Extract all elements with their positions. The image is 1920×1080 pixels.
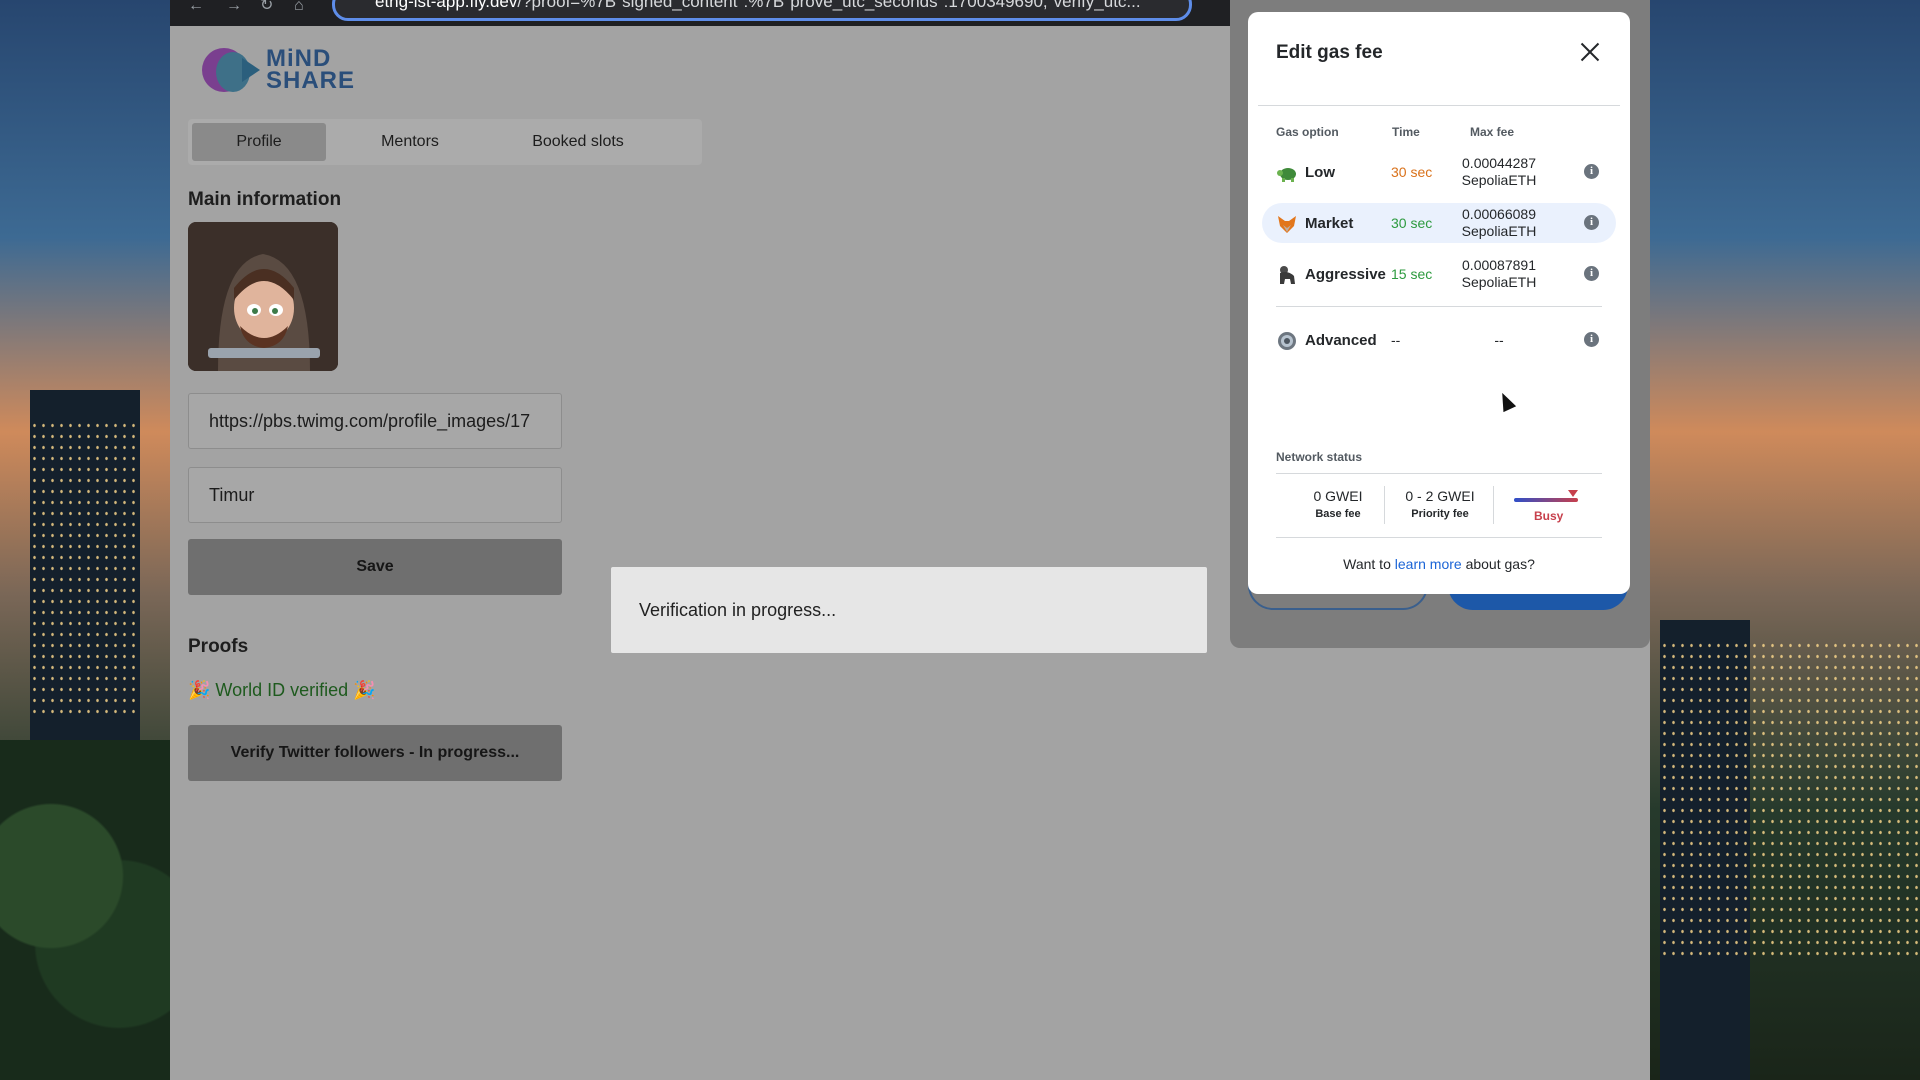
fox-icon [1278, 216, 1296, 233]
url-path: /?proof=%7B"signed_content":%7B"prove_ut… [517, 0, 1141, 11]
divider [1276, 537, 1602, 538]
divider [1258, 105, 1620, 106]
logo-text: MiND SHARE [266, 45, 356, 94]
turtle-icon [1277, 168, 1296, 182]
verify-twitter-button[interactable]: Verify Twitter followers - In progress..… [188, 725, 562, 781]
gas-option-time: 30 sec [1391, 215, 1433, 231]
background-trees [0, 740, 170, 1080]
close-icon[interactable] [1578, 40, 1602, 64]
learn-more-text: Want to learn more about gas? [1343, 556, 1535, 572]
edit-gas-fee-modal: Edit gas fee Gas option Time Max fee Low… [1248, 12, 1630, 594]
info-icon[interactable]: i [1584, 332, 1599, 347]
proofs-heading: Proofs [188, 636, 249, 657]
forward-arrow-icon[interactable]: → [226, 0, 242, 14]
info-icon[interactable]: i [1584, 164, 1599, 179]
mindshare-logo[interactable]: MiND SHARE [202, 46, 355, 94]
gas-option-name: Market [1305, 215, 1354, 232]
save-button[interactable]: Save [188, 539, 562, 595]
back-arrow-icon[interactable]: ← [188, 0, 204, 14]
tab-profile[interactable]: Profile [192, 123, 326, 161]
gas-option-max-fee: 0.00066089 SepoliaETH [1461, 206, 1537, 239]
home-icon[interactable]: ⌂ [294, 0, 304, 14]
gas-option-time: -- [1391, 332, 1401, 348]
profile-avatar [188, 222, 338, 371]
tab-mentors[interactable]: Mentors [326, 123, 494, 161]
verification-toast: Verification in progress... [611, 567, 1207, 653]
modal-title: Edit gas fee [1276, 42, 1383, 63]
learn-more-link[interactable]: learn more [1395, 556, 1462, 572]
network-status-label: Network status [1276, 450, 1363, 464]
gorilla-icon [1280, 266, 1295, 284]
header-time: Time [1392, 125, 1420, 139]
main-information-heading: Main information [188, 189, 342, 210]
background-city-lights [1660, 640, 1920, 960]
gauge-pointer-icon [1568, 490, 1578, 497]
divider [1493, 486, 1494, 524]
address-bar[interactable]: ethg-ist-app.fly.dev/?proof=%7B"signed_c… [332, 0, 1192, 21]
background-city-lights [30, 420, 140, 720]
divider [1384, 486, 1385, 524]
reload-icon[interactable]: ↻ [260, 0, 273, 14]
network-status-value: Busy [1534, 509, 1564, 523]
gas-option-max-fee: 0.00087891 SepoliaETH [1461, 257, 1537, 290]
gas-option-low[interactable]: Low 30 sec 0.00044287 SepoliaETH i [1262, 152, 1616, 192]
gas-option-market[interactable]: Market 30 sec 0.00066089 SepoliaETH i [1262, 203, 1616, 243]
url-host: ethg-ist-app.fly.dev [375, 0, 518, 11]
gas-option-name: Low [1305, 164, 1335, 181]
logo-mark-icon [202, 46, 262, 94]
divider [1276, 473, 1602, 474]
gas-option-time: 30 sec [1391, 164, 1433, 180]
tab-booked-slots[interactable]: Booked slots [494, 123, 662, 161]
gear-icon [1278, 332, 1296, 350]
gas-option-time: 15 sec [1391, 266, 1433, 282]
header-gas-option: Gas option [1276, 125, 1339, 139]
info-icon[interactable]: i [1584, 266, 1599, 281]
world-id-verified-text: 🎉 World ID verified 🎉 [188, 680, 376, 700]
avatar-url-input[interactable]: https://pbs.twimg.com/profile_images/17 [188, 393, 562, 449]
gas-option-name: Advanced [1305, 332, 1377, 349]
main-tabs: Profile Mentors Booked slots [188, 119, 702, 165]
network-busy-gauge [1514, 498, 1578, 502]
gas-option-max-fee: -- [1494, 332, 1504, 348]
gas-option-aggressive[interactable]: Aggressive 15 sec 0.00087891 SepoliaETH i [1262, 254, 1616, 294]
gas-option-advanced[interactable]: Advanced -- -- i [1262, 320, 1616, 360]
gas-option-name: Aggressive [1305, 266, 1386, 283]
base-fee: 0 GWEI Base fee [1313, 488, 1363, 520]
header-max-fee: Max fee [1470, 125, 1515, 139]
info-icon[interactable]: i [1584, 215, 1599, 230]
priority-fee: 0 - 2 GWEI Priority fee [1405, 488, 1475, 520]
name-input[interactable]: Timur [188, 467, 562, 523]
divider [1276, 306, 1602, 307]
gas-option-max-fee: 0.00044287 SepoliaETH [1461, 155, 1537, 188]
